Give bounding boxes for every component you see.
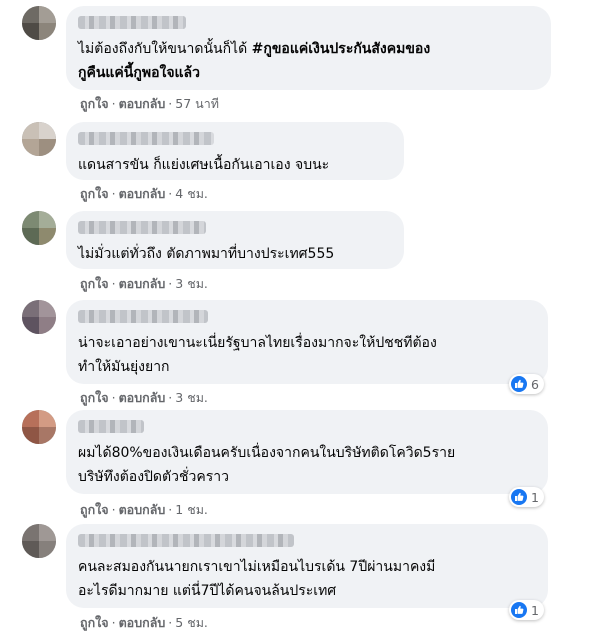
commenter-name-blurred[interactable] <box>78 310 208 323</box>
comment-feed: ไม่ต้องถึงกับให้ขนาดนั้นก็ได้ #กูขอแค่เง… <box>0 0 600 636</box>
avatar[interactable] <box>22 410 56 444</box>
comment-bubble: คนละสมองกันนายกเราเขาไม่เหมือนไบรเด้น 7ป… <box>66 524 548 608</box>
timestamp[interactable]: 3 ชม. <box>175 390 208 405</box>
reply-button[interactable]: ตอบกลับ <box>119 276 166 291</box>
like-button[interactable]: ถูกใจ <box>80 502 109 517</box>
comment-bubble: ผมได้80%ของเงินเดือนครับเนื่องจากคนในบริ… <box>66 410 548 494</box>
comment-text: ไม่มั่วแต่ทั่วถึง ตัดภาพมาที่บางประเทศ55… <box>78 246 335 262</box>
like-button[interactable]: ถูกใจ <box>80 276 109 291</box>
reaction-count[interactable]: 6 <box>509 374 544 394</box>
like-button[interactable]: ถูกใจ <box>80 615 109 630</box>
reaction-count[interactable]: 1 <box>509 487 544 507</box>
comment-text: ไม่ต้องถึงกับให้ขนาดนั้นก็ได้ #กูขอแค่เง… <box>78 41 431 81</box>
comment-actions: ถูกใจ · ตอบกลับ · 57 นาที <box>80 96 219 111</box>
comment-bubble: ไม่มั่วแต่ทั่วถึง ตัดภาพมาที่บางประเทศ55… <box>66 211 404 269</box>
reply-button[interactable]: ตอบกลับ <box>119 186 166 201</box>
avatar[interactable] <box>22 122 56 156</box>
reply-button[interactable]: ตอบกลับ <box>119 615 166 630</box>
comment-actions: ถูกใจ · ตอบกลับ · 3 ชม. <box>80 276 208 291</box>
comment-actions: ถูกใจ · ตอบกลับ · 1 ชม. <box>80 502 208 517</box>
comment-actions: ถูกใจ · ตอบกลับ · 4 ชม. <box>80 186 208 201</box>
avatar[interactable] <box>22 300 56 334</box>
commenter-name-blurred[interactable] <box>78 132 214 145</box>
commenter-name-blurred[interactable] <box>78 534 294 547</box>
avatar[interactable] <box>22 6 56 40</box>
like-thumb-icon <box>511 602 527 618</box>
comment-text: คนละสมองกันนายกเราเขาไม่เหมือนไบรเด้น 7ป… <box>78 559 436 599</box>
reply-button[interactable]: ตอบกลับ <box>119 502 166 517</box>
like-thumb-icon <box>511 489 527 505</box>
reply-button[interactable]: ตอบกลับ <box>119 96 166 111</box>
avatar[interactable] <box>22 524 56 558</box>
like-button[interactable]: ถูกใจ <box>80 186 109 201</box>
timestamp[interactable]: 1 ชม. <box>175 502 208 517</box>
timestamp[interactable]: 5 ชม. <box>175 615 208 630</box>
comment-text: น่าจะเอาอย่างเขานะเนี่ยรัฐบาลไทยเรื่องมา… <box>78 335 437 375</box>
commenter-name-blurred[interactable] <box>78 420 144 433</box>
comment-bubble: น่าจะเอาอย่างเขานะเนี่ยรัฐบาลไทยเรื่องมา… <box>66 300 548 384</box>
like-button[interactable]: ถูกใจ <box>80 390 109 405</box>
comment-text: ผมได้80%ของเงินเดือนครับเนื่องจากคนในบริ… <box>78 445 456 485</box>
commenter-name-blurred[interactable] <box>78 221 206 234</box>
like-thumb-icon <box>511 376 527 392</box>
timestamp[interactable]: 4 ชม. <box>175 186 208 201</box>
comment-actions: ถูกใจ · ตอบกลับ · 5 ชม. <box>80 615 208 630</box>
comment-text: แดนสารขัน ก็แย่งเศษเนื้อกันเอาเอง จบนะ <box>78 157 330 173</box>
reply-button[interactable]: ตอบกลับ <box>119 390 166 405</box>
comment-actions: ถูกใจ · ตอบกลับ · 3 ชม. <box>80 390 208 405</box>
timestamp[interactable]: 57 นาที <box>175 96 219 111</box>
commenter-name-blurred[interactable] <box>78 16 186 29</box>
reaction-count[interactable]: 1 <box>509 600 544 620</box>
avatar[interactable] <box>22 211 56 245</box>
timestamp[interactable]: 3 ชม. <box>175 276 208 291</box>
comment-bubble: แดนสารขัน ก็แย่งเศษเนื้อกันเอาเอง จบนะ <box>66 122 404 180</box>
like-button[interactable]: ถูกใจ <box>80 96 109 111</box>
comment-bubble: ไม่ต้องถึงกับให้ขนาดนั้นก็ได้ #กูขอแค่เง… <box>66 6 551 90</box>
